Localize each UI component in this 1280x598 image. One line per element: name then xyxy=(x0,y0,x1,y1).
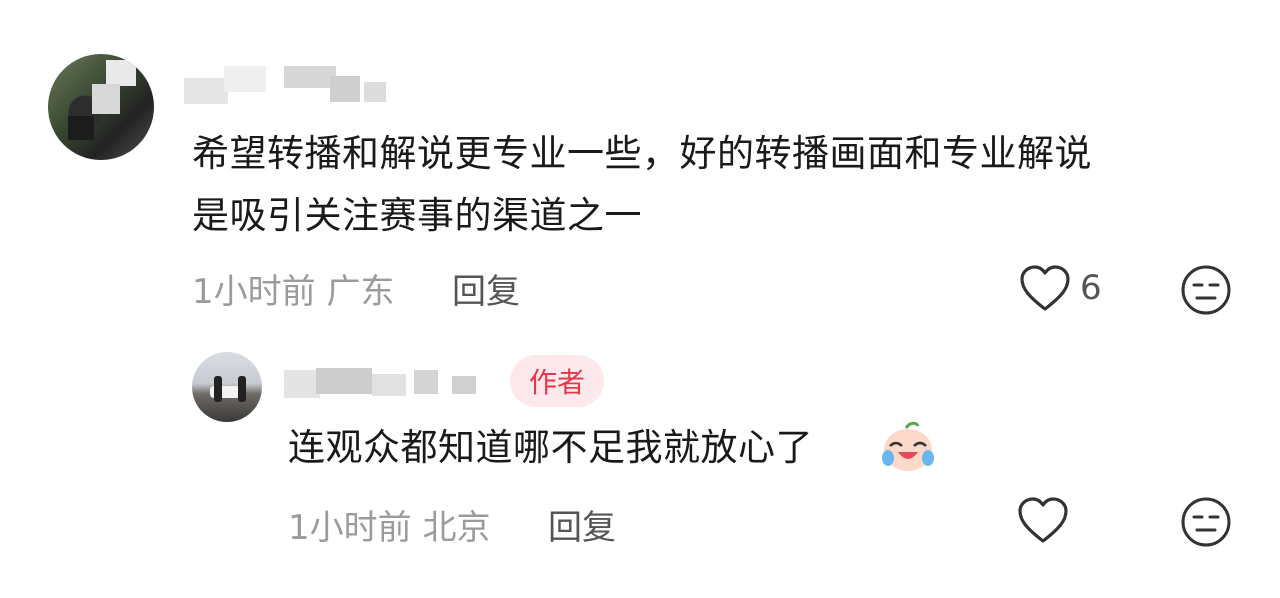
author-avatar[interactable] xyxy=(192,352,262,422)
commenter-username-blurred[interactable] xyxy=(184,60,394,106)
reply-reply-button[interactable]: 回复 xyxy=(548,500,616,549)
comment-text-line-1: 希望转播和解说更专业一些，好的转播画面和专业解说 xyxy=(192,132,1092,175)
heart-outline-icon[interactable] xyxy=(1016,496,1070,546)
crying-laughing-emoji-icon xyxy=(880,420,936,474)
heart-outline-icon[interactable] xyxy=(1018,264,1072,314)
commenter-avatar[interactable] xyxy=(48,54,154,160)
reply-text: 连观众都知道哪不足我就放心了 xyxy=(288,426,813,469)
comment-time-location: 1小时前 广东 xyxy=(192,272,395,312)
author-badge: 作者 xyxy=(510,355,604,407)
author-username-blurred[interactable] xyxy=(284,362,494,402)
reply-time-location: 1小时前 北京 xyxy=(288,508,491,548)
comment-text-line-2: 是吸引关注赛事的渠道之一 xyxy=(192,194,642,237)
neutral-face-icon[interactable] xyxy=(1180,264,1232,316)
like-count: 6 xyxy=(1080,268,1102,308)
neutral-face-icon[interactable] xyxy=(1180,496,1232,548)
comment-reply-button[interactable]: 回复 xyxy=(452,264,520,313)
